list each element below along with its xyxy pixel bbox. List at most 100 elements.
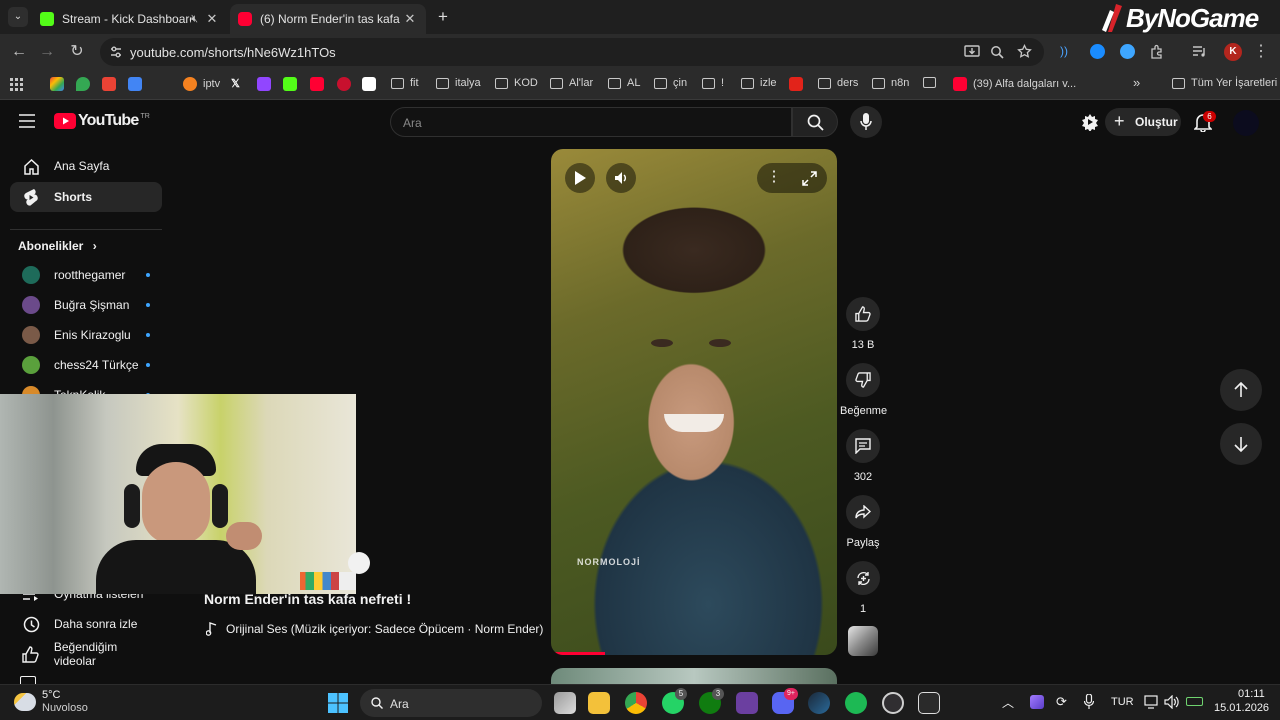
video-progress-bar[interactable] [551, 652, 606, 655]
account-avatar[interactable] [1233, 110, 1259, 136]
fullscreen-icon[interactable] [802, 171, 817, 186]
sidebar-item-watch-later[interactable]: Daha sonra izle [10, 609, 162, 639]
address-bar[interactable]: youtube.com/shorts/hNe6Wz1hTOs [100, 38, 1044, 66]
battery-icon[interactable] [1186, 697, 1203, 706]
sidebar-subscription[interactable]: Buğra Şişman [10, 290, 162, 320]
dislike-action[interactable]: Beğenme [840, 363, 887, 417]
taskbar-search[interactable]: Ara [360, 689, 542, 717]
voice-search-button[interactable] [850, 106, 882, 138]
like-action[interactable]: 13 B [840, 297, 886, 351]
profile-avatar[interactable]: K [1224, 43, 1242, 61]
short-audio[interactable]: Orijinal Ses (Müzik içeriyor: Sadece Öpü… [206, 622, 543, 636]
bookmark-twitch[interactable] [257, 77, 271, 91]
volume-button[interactable] [606, 163, 636, 193]
menu-kebab-icon[interactable]: ⋮ [1252, 43, 1270, 61]
remix-action[interactable]: 1 [840, 561, 886, 615]
subscriptions-header[interactable]: Abonelikler › [18, 239, 97, 253]
bookmark-folder-n8n[interactable]: n8n [872, 77, 909, 89]
bookmark-folder-excl[interactable]: ! [702, 77, 724, 89]
obs-icon[interactable] [882, 692, 904, 714]
studio-icon[interactable] [1081, 113, 1099, 131]
tray-overflow-icon[interactable]: ︿ [1002, 694, 1014, 711]
file-explorer-icon[interactable] [588, 692, 610, 714]
bookmark-star-icon[interactable] [1017, 44, 1032, 59]
apps-grid-icon[interactable] [10, 78, 23, 91]
youtube-logo[interactable]: YouTube TR [54, 112, 150, 130]
shazam-extension-icon[interactable] [1090, 44, 1105, 59]
mute-icon[interactable]: 🔇︎ [191, 13, 198, 26]
site-info-icon[interactable] [109, 45, 123, 59]
clock-date[interactable]: 15.01.2026 [1214, 702, 1269, 714]
media-control-icon[interactable] [1192, 44, 1207, 59]
tab-close-icon[interactable]: ✕ [204, 11, 220, 27]
bookmark-icon[interactable] [102, 77, 116, 91]
bookmark-iptv[interactable]: iptv [183, 77, 220, 91]
install-app-icon[interactable] [964, 45, 980, 59]
bookmark-alfa[interactable]: (39) Alfa dalgaları v... [953, 77, 1076, 91]
speaker-icon[interactable] [1164, 695, 1180, 709]
scroll-circle-button[interactable] [348, 552, 370, 574]
sidebar-item-shorts[interactable]: Shorts [10, 182, 162, 212]
bookmark-kick[interactable] [283, 77, 297, 91]
bookmark-folder-cin[interactable]: çin [654, 77, 687, 89]
bookmark-folder-al[interactable]: AL [608, 77, 640, 89]
extensions-puzzle-icon[interactable] [1150, 44, 1165, 59]
forward-button[interactable]: → [38, 43, 56, 61]
bookmark-all[interactable]: Tüm Yer İşaretleri [1172, 77, 1277, 89]
tab-close-icon[interactable]: ✕ [402, 11, 418, 27]
sidebar-subscription[interactable]: rootthegamer [10, 260, 162, 290]
bookmark-folder-izle[interactable]: izle [741, 77, 777, 89]
bookmark-icon[interactable] [76, 77, 90, 91]
hamburger-menu-icon[interactable] [19, 114, 35, 128]
sidebar-subscription[interactable]: chess24 Türkçe [10, 350, 162, 380]
bookmark-x[interactable]: 𝕏 [231, 77, 240, 90]
epic-games-icon[interactable] [918, 692, 940, 714]
sidebar-subscription[interactable]: Enis Kirazoglu [10, 320, 162, 350]
comments-button[interactable] [846, 429, 880, 463]
sidebar-item-liked[interactable]: Beğendiğim videolar [10, 639, 162, 669]
clock-time[interactable]: 01:11 [1238, 688, 1265, 700]
tray-microphone-icon[interactable] [1084, 694, 1094, 710]
input-language[interactable]: TUR [1111, 696, 1134, 708]
app-icon[interactable] [736, 692, 758, 714]
tab-kick-dashboard[interactable]: Stream - Kick Dashboard 🔇︎ ✕ [32, 4, 228, 34]
chrome-icon[interactable] [625, 692, 647, 714]
weather-icon[interactable] [14, 693, 36, 711]
search-button[interactable] [792, 107, 838, 137]
bookmark-youtube[interactable] [310, 77, 324, 91]
like-button[interactable] [846, 297, 880, 331]
comments-action[interactable]: 302 [840, 429, 886, 483]
audio-thumbnail[interactable] [848, 626, 878, 656]
share-button[interactable] [846, 495, 880, 529]
back-button[interactable]: ← [10, 43, 28, 61]
bookmark-folder-kod[interactable]: KOD [495, 77, 538, 89]
windows-start-icon[interactable] [328, 693, 348, 713]
play-extension-icon[interactable] [1120, 44, 1135, 59]
more-options-icon[interactable]: ⋮ [765, 167, 783, 185]
new-tab-button[interactable]: + [434, 7, 452, 27]
extension-icon[interactable]: )) [1060, 44, 1074, 58]
tab-youtube-short[interactable]: (6) Norm Ender'in tas kafa nefre ✕ [230, 4, 426, 34]
network-icon[interactable] [1144, 695, 1160, 709]
bookmark-folder-ders[interactable]: ders [818, 77, 858, 89]
steam-icon[interactable] [808, 692, 830, 714]
bookmark-folder[interactable] [923, 77, 942, 88]
tab-search-button[interactable]: ⌄ [8, 7, 28, 27]
bookmark-folder-fit[interactable]: fit [391, 77, 419, 89]
sidebar-item-home[interactable]: Ana Sayfa [10, 151, 162, 181]
dislike-button[interactable] [846, 363, 880, 397]
bookmark-tv[interactable] [362, 77, 376, 91]
short-video-player[interactable]: ⋮ NORMOLOJİ [551, 149, 837, 655]
bookmark-folder-italya[interactable]: italya [436, 77, 481, 89]
create-button[interactable]: + Oluştur [1105, 108, 1181, 136]
short-title[interactable]: Norm Ender'in tas kafa nefreti ! [204, 591, 411, 607]
task-view-icon[interactable] [554, 692, 576, 714]
bookmark-icon[interactable] [128, 77, 142, 91]
reload-button[interactable]: ↻ [68, 43, 86, 61]
bookmark-overflow[interactable]: » [1133, 75, 1140, 90]
zoom-icon[interactable] [990, 45, 1004, 59]
tray-pen-icon[interactable] [1030, 695, 1044, 709]
bookmark-folder-allar[interactable]: Al'lar [550, 77, 593, 89]
spotify-icon[interactable] [845, 692, 867, 714]
play-button[interactable] [565, 163, 595, 193]
